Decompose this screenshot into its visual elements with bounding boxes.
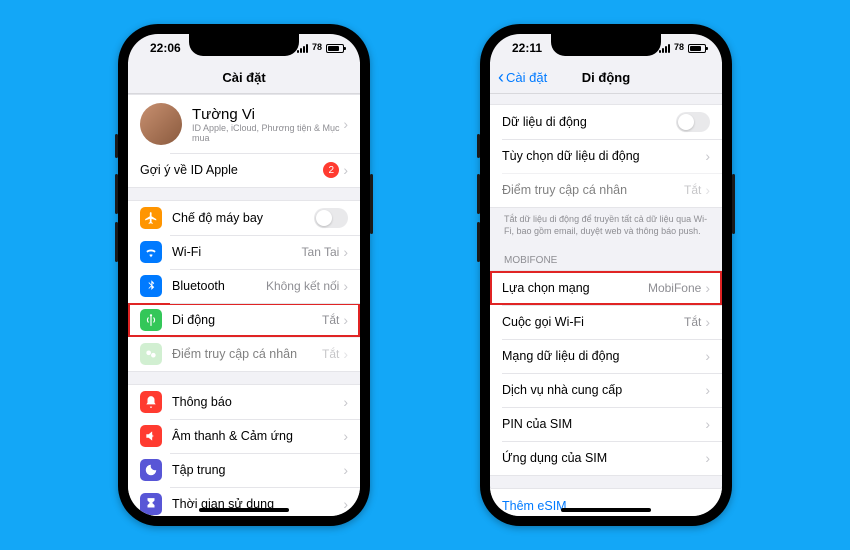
row-wifi-calling[interactable]: Cuộc gọi Wi-Fi Tắt › bbox=[490, 305, 722, 339]
nav-bar: Cài đặt bbox=[128, 62, 360, 94]
side-button bbox=[115, 174, 118, 214]
chevron-right-icon: › bbox=[705, 148, 710, 164]
airplane-icon bbox=[140, 207, 162, 229]
chevron-right-icon: › bbox=[343, 462, 348, 478]
back-button[interactable]: ‹ Cài đặt bbox=[498, 67, 547, 88]
side-button bbox=[115, 134, 118, 158]
battery-percent: 78 bbox=[312, 42, 322, 52]
row-cellular[interactable]: Di động Tắt › bbox=[128, 303, 360, 337]
wifi-icon bbox=[140, 241, 162, 263]
row-hotspot: Điểm truy cập cá nhân Tắt › bbox=[490, 173, 722, 207]
phone-right: 22:11 78 ‹ Cài đặt Di động Dữ liệu di độ… bbox=[480, 24, 732, 526]
chevron-right-icon: › bbox=[705, 182, 710, 198]
row-wifi[interactable]: Wi-Fi Tan Tai › bbox=[128, 235, 360, 269]
speaker-icon bbox=[140, 425, 162, 447]
row-bluetooth[interactable]: Bluetooth Không kết nối › bbox=[128, 269, 360, 303]
airplane-toggle[interactable] bbox=[314, 208, 348, 228]
chevron-right-icon: › bbox=[343, 346, 348, 362]
side-button bbox=[370, 174, 373, 234]
nav-title: Di động bbox=[582, 70, 630, 85]
status-time: 22:11 bbox=[512, 41, 542, 55]
side-button bbox=[477, 134, 480, 158]
chevron-right-icon: › bbox=[343, 116, 348, 132]
row-add-esim[interactable]: Thêm eSIM bbox=[490, 489, 722, 516]
moon-icon bbox=[140, 459, 162, 481]
cellular-data-toggle[interactable] bbox=[676, 112, 710, 132]
apple-id-suggestions[interactable]: Gợi ý về ID Apple 2 › bbox=[128, 153, 360, 187]
chevron-right-icon: › bbox=[343, 162, 348, 178]
row-network-selection[interactable]: Lựa chọn mạng MobiFone › bbox=[490, 271, 722, 305]
badge: 2 bbox=[323, 162, 339, 178]
notch bbox=[189, 34, 299, 56]
side-button bbox=[115, 222, 118, 262]
chevron-right-icon: › bbox=[705, 382, 710, 398]
section-mobifone: MOBIFONE bbox=[490, 255, 722, 270]
hourglass-icon bbox=[140, 493, 162, 515]
home-indicator[interactable] bbox=[561, 508, 651, 512]
chevron-right-icon: › bbox=[705, 314, 710, 330]
bluetooth-icon bbox=[140, 275, 162, 297]
chevron-right-icon: › bbox=[705, 280, 710, 296]
apple-id-profile[interactable]: Tường Vi ID Apple, iCloud, Phương tiện &… bbox=[128, 95, 360, 153]
profile-name: Tường Vi bbox=[192, 106, 343, 123]
home-indicator[interactable] bbox=[199, 508, 289, 512]
row-sim-apps[interactable]: Ứng dụng của SIM › bbox=[490, 441, 722, 475]
phone-left: 22:06 78 Cài đặt Tường Vi ID Apple, iClo… bbox=[118, 24, 370, 526]
row-sim-pin[interactable]: PIN của SIM › bbox=[490, 407, 722, 441]
bell-icon bbox=[140, 391, 162, 413]
row-sounds[interactable]: Âm thanh & Cảm ứng › bbox=[128, 419, 360, 453]
notch bbox=[551, 34, 661, 56]
row-cellular-data[interactable]: Dữ liệu di động bbox=[490, 105, 722, 139]
row-hotspot: Điểm truy cập cá nhân Tắt › bbox=[128, 337, 360, 371]
row-airplane-mode[interactable]: Chế độ máy bay bbox=[128, 201, 360, 235]
chevron-right-icon: › bbox=[343, 278, 348, 294]
battery-percent: 78 bbox=[674, 42, 684, 52]
row-focus[interactable]: Tập trung › bbox=[128, 453, 360, 487]
nav-title: Cài đặt bbox=[222, 70, 265, 85]
status-time: 22:06 bbox=[150, 41, 181, 55]
chevron-left-icon: ‹ bbox=[498, 67, 504, 88]
profile-sub: ID Apple, iCloud, Phương tiện & Mục mua bbox=[192, 123, 343, 143]
antenna-icon bbox=[140, 309, 162, 331]
chevron-right-icon: › bbox=[343, 312, 348, 328]
cellular-off-note: Tắt dữ liệu di động để truyền tất cả dữ … bbox=[490, 208, 722, 243]
chevron-right-icon: › bbox=[705, 348, 710, 364]
hotspot-icon bbox=[140, 343, 162, 365]
chevron-right-icon: › bbox=[343, 394, 348, 410]
side-button bbox=[477, 174, 480, 214]
nav-bar: ‹ Cài đặt Di động bbox=[490, 62, 722, 94]
row-notifications[interactable]: Thông báo › bbox=[128, 385, 360, 419]
chevron-right-icon: › bbox=[705, 416, 710, 432]
side-button bbox=[477, 222, 480, 262]
row-cellular-data-network[interactable]: Mạng dữ liệu di động › bbox=[490, 339, 722, 373]
chevron-right-icon: › bbox=[343, 428, 348, 444]
chevron-right-icon: › bbox=[343, 496, 348, 512]
battery-icon bbox=[326, 44, 344, 53]
avatar bbox=[140, 103, 182, 145]
chevron-right-icon: › bbox=[705, 450, 710, 466]
row-carrier-services[interactable]: Dịch vụ nhà cung cấp › bbox=[490, 373, 722, 407]
battery-icon bbox=[688, 44, 706, 53]
side-button bbox=[732, 174, 735, 234]
row-data-options[interactable]: Tùy chọn dữ liệu di động › bbox=[490, 139, 722, 173]
chevron-right-icon: › bbox=[343, 244, 348, 260]
